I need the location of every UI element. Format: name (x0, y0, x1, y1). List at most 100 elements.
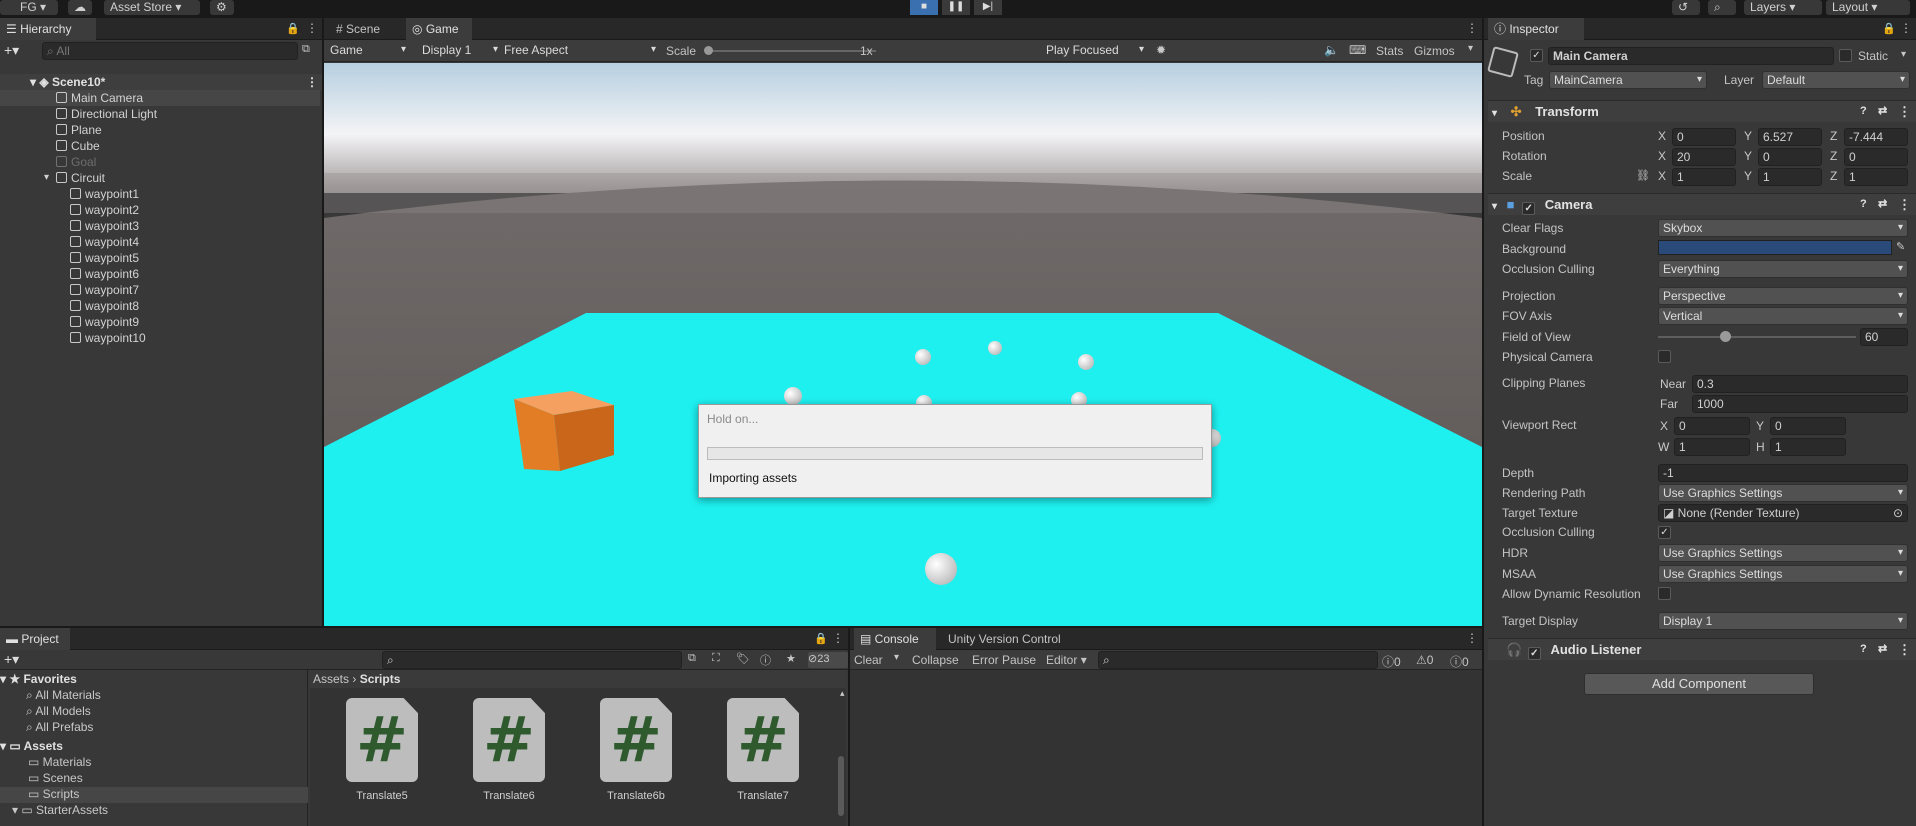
hierarchy-item[interactable]: Plane (0, 122, 320, 138)
lock-icon[interactable]: 🔒 (814, 632, 828, 645)
target-texture-field[interactable]: ◪ None (Render Texture) ⊙ (1658, 504, 1908, 522)
label-icon[interactable]: 🏷 (736, 652, 750, 665)
msaa-dropdown[interactable]: Use Graphics Settings (1658, 565, 1908, 583)
eyedropper-icon[interactable]: ✎ (1896, 240, 1905, 253)
more-menu-icon[interactable]: ⋮ (306, 21, 318, 35)
scale-slider[interactable] (706, 50, 876, 52)
search-button[interactable]: ⌕ (1708, 0, 1736, 15)
static-checkbox[interactable] (1839, 49, 1852, 62)
bug-icon[interactable]: ✹ (1156, 43, 1166, 57)
assets-header[interactable]: ▾ ▭ Assets (0, 739, 63, 753)
search-by-type-icon[interactable]: ⧉ (688, 652, 696, 665)
object-picker-icon[interactable]: ⊙ (1893, 505, 1903, 521)
scale-z-field[interactable]: 1 (1844, 168, 1908, 186)
tab-project[interactable]: ▬ Project (0, 628, 70, 650)
script-file[interactable]: # Translate5 (346, 698, 422, 802)
hidden-packages-toggle[interactable]: ⊘23 (808, 652, 848, 668)
project-search-input[interactable]: ⌕ (382, 651, 682, 669)
layout-dropdown[interactable]: Layout ▾ (1826, 0, 1910, 15)
fov-slider-track[interactable] (1658, 336, 1856, 338)
tab-console[interactable]: ▤ Console (854, 628, 936, 650)
error-pause-button[interactable]: Error Pause (972, 653, 1036, 667)
fov-field[interactable]: 60 (1860, 328, 1908, 346)
viewport-x-field[interactable]: 0 (1674, 417, 1750, 435)
favorites-header[interactable]: ▾ ★ Favorites (0, 672, 77, 686)
aspect-dropdown[interactable]: Free Aspect (500, 42, 660, 60)
tab-hierarchy[interactable]: ☰ Hierarchy (0, 18, 96, 40)
display-dropdown[interactable]: Display 1 (418, 42, 502, 60)
culling-mask-dropdown[interactable]: Everything (1658, 260, 1908, 278)
occlusion-culling-checkbox[interactable]: ✓ (1658, 526, 1671, 539)
lock-icon[interactable]: 🔒 (1882, 22, 1896, 35)
more-menu-icon[interactable]: ⋮ (1466, 631, 1478, 645)
static-dropdown-icon[interactable]: ▾ (1901, 49, 1906, 60)
object-name-field[interactable]: Main Camera (1548, 47, 1834, 65)
projection-dropdown[interactable]: Perspective (1658, 287, 1908, 305)
hierarchy-item[interactable]: waypoint1 (0, 186, 320, 202)
scrollbar-thumb[interactable] (838, 756, 844, 816)
help-icon[interactable]: ? (1860, 101, 1867, 122)
position-z-field[interactable]: -7.444 (1844, 128, 1908, 146)
cloud-button[interactable]: ☁ (68, 0, 92, 15)
add-object-button[interactable]: +▾ (4, 42, 19, 59)
breadcrumb-current[interactable]: Scripts (360, 672, 401, 686)
breadcrumb-root[interactable]: Assets (313, 672, 349, 686)
position-y-field[interactable]: 6.527 (1758, 128, 1822, 146)
rotation-z-field[interactable]: 0 (1844, 148, 1908, 166)
rotation-x-field[interactable]: 20 (1672, 148, 1736, 166)
hdr-dropdown[interactable]: Use Graphics Settings (1658, 544, 1908, 562)
pause-button[interactable]: ❚❚ (942, 0, 970, 15)
account-dropdown[interactable]: FG ▾ (0, 0, 58, 15)
scene-row[interactable]: ▾ ◈ Scene10* ⋮ (0, 74, 322, 90)
scene-menu-icon[interactable]: ⋮ (306, 74, 318, 90)
hierarchy-search-input[interactable]: ⌕ All (42, 42, 298, 60)
hierarchy-item[interactable]: waypoint7 (0, 282, 320, 298)
hierarchy-item[interactable]: waypoint9 (0, 314, 320, 330)
component-menu-icon[interactable]: ⋮ (1898, 639, 1911, 660)
fov-axis-dropdown[interactable]: Vertical (1658, 307, 1908, 325)
near-field[interactable]: 0.3 (1692, 375, 1908, 393)
script-file[interactable]: # Translate7 (727, 698, 803, 802)
more-menu-icon[interactable]: ⋮ (1900, 21, 1912, 35)
play-button[interactable]: ■ (910, 0, 938, 15)
tab-game[interactable]: ◎ Game (406, 18, 472, 40)
favorite-item[interactable]: ⌕ All Models (26, 704, 91, 719)
error-toggle[interactable]: ⓘ0 (1450, 653, 1469, 670)
hierarchy-item[interactable]: Main Camera (0, 90, 320, 106)
component-menu-icon[interactable]: ⋮ (1898, 194, 1911, 215)
physical-camera-checkbox[interactable] (1658, 350, 1671, 363)
active-checkbox[interactable]: ✓ (1530, 49, 1543, 62)
step-button[interactable]: ▶| (974, 0, 1002, 15)
mute-audio-icon[interactable]: 🔈 (1324, 43, 1339, 57)
layers-dropdown[interactable]: Layers ▾ (1744, 0, 1822, 15)
hierarchy-item[interactable]: waypoint6 (0, 266, 320, 282)
gizmos-button[interactable]: Gizmos (1414, 44, 1455, 58)
filter-icon[interactable]: ⛶ (712, 652, 720, 665)
gizmos-dropdown-icon[interactable]: ▾ (1468, 43, 1473, 54)
favorite-star-icon[interactable]: ★ (786, 652, 796, 665)
viewport-w-field[interactable]: 1 (1674, 438, 1750, 456)
clear-options-icon[interactable]: ▾ (894, 652, 899, 663)
preset-icon[interactable]: ⇄ (1878, 639, 1887, 660)
stats-button[interactable]: Stats (1376, 44, 1403, 58)
help-icon[interactable]: ? (1860, 194, 1867, 215)
tab-version-control[interactable]: Unity Version Control (942, 628, 1112, 650)
hierarchy-item[interactable]: Directional Light (0, 106, 320, 122)
preset-icon[interactable]: ⇄ (1878, 194, 1887, 215)
hierarchy-item[interactable]: Cube (0, 138, 320, 154)
hierarchy-item[interactable]: waypoint5 (0, 250, 320, 266)
console-log-area[interactable] (850, 670, 1482, 826)
viewport-h-field[interactable]: 1 (1770, 438, 1846, 456)
log-icon[interactable]: ⓘ (760, 652, 771, 668)
clear-button[interactable]: Clear (854, 653, 883, 667)
more-menu-icon[interactable]: ⋮ (832, 631, 844, 645)
scale-x-field[interactable]: 1 (1672, 168, 1736, 186)
hierarchy-item[interactable]: Goal (0, 154, 320, 170)
log-toggle[interactable]: ⓘ0 (1382, 653, 1401, 670)
play-mode-dropdown[interactable]: Play Focused (1042, 42, 1148, 60)
background-color-swatch[interactable] (1658, 240, 1892, 255)
asset-folder-item[interactable]: ▭ Scenes (0, 771, 308, 787)
script-file[interactable]: # Translate6b (600, 698, 676, 802)
warning-toggle[interactable]: ⚠0 (1416, 653, 1433, 667)
rotation-y-field[interactable]: 0 (1758, 148, 1822, 166)
